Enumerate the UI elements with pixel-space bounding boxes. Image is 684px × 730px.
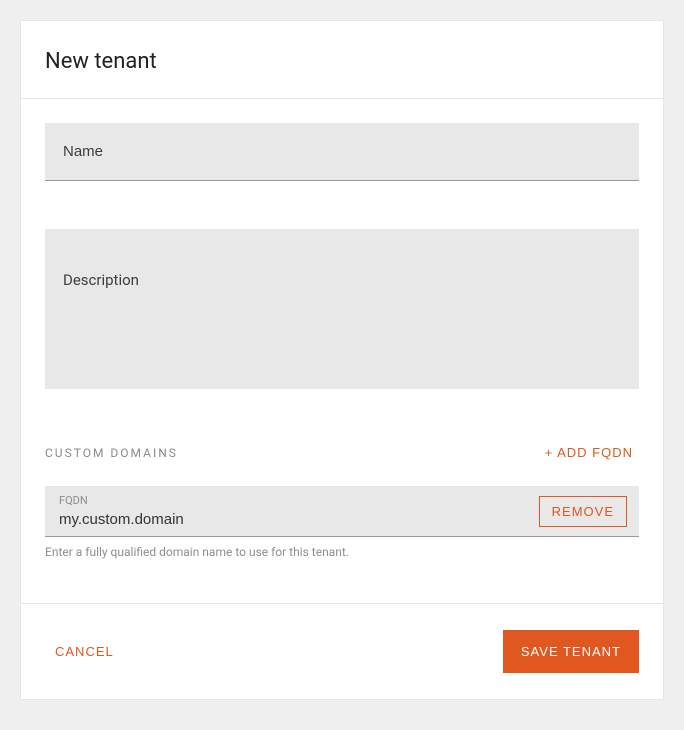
fqdn-input-wrap: FQDN [45, 486, 539, 536]
name-input[interactable] [45, 123, 639, 180]
new-tenant-card: New tenant CUSTOM DOMAINS + ADD FQDN FQD… [20, 20, 664, 700]
save-tenant-button[interactable]: SAVE TENANT [503, 630, 639, 673]
description-textarea[interactable] [45, 229, 639, 389]
fqdn-hint: Enter a fully qualified domain name to u… [45, 545, 639, 559]
fqdn-floating-label: FQDN [59, 494, 525, 507]
fqdn-row: FQDN REMOVE [45, 486, 639, 537]
page-title: New tenant [45, 49, 639, 74]
add-fqdn-button[interactable]: + ADD FQDN [539, 441, 639, 464]
fqdn-input[interactable] [59, 511, 525, 528]
cancel-button[interactable]: CANCEL [45, 636, 124, 667]
custom-domains-label: CUSTOM DOMAINS [45, 446, 178, 460]
remove-fqdn-button[interactable]: REMOVE [539, 496, 627, 527]
custom-domains-section-row: CUSTOM DOMAINS + ADD FQDN [45, 441, 639, 464]
name-field-wrap [45, 123, 639, 181]
card-body: CUSTOM DOMAINS + ADD FQDN FQDN REMOVE En… [21, 99, 663, 603]
card-header: New tenant [21, 21, 663, 99]
card-footer: CANCEL SAVE TENANT [21, 603, 663, 699]
